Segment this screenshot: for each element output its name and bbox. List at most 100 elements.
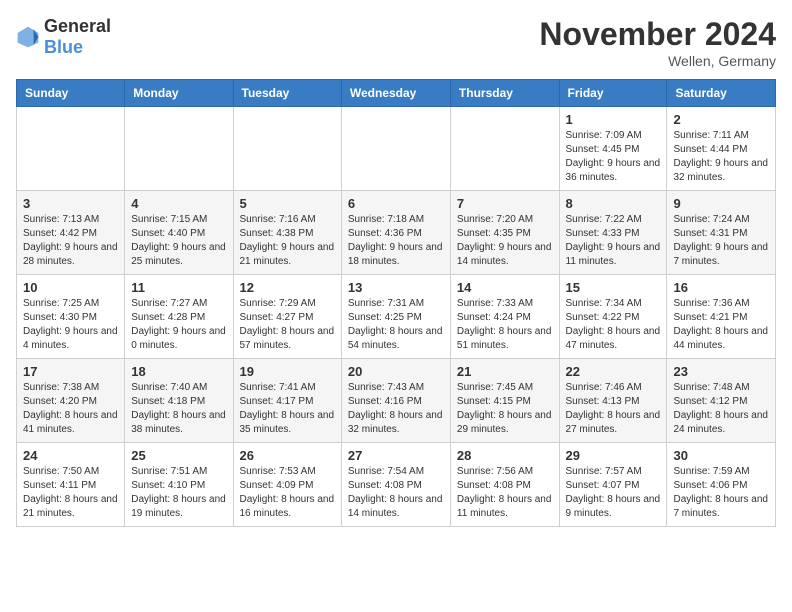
logo-icon: [16, 25, 40, 49]
calendar-cell: 9Sunrise: 7:24 AMSunset: 4:31 PMDaylight…: [667, 191, 776, 275]
calendar-cell: [125, 107, 233, 191]
calendar-header: SundayMondayTuesdayWednesdayThursdayFrid…: [17, 80, 776, 107]
day-info: Sunrise: 7:40 AMSunset: 4:18 PMDaylight:…: [131, 381, 226, 437]
calendar-cell: 10 Sunrise: 7:25 AMSunset: 4:30 PMDayligh…: [17, 275, 125, 359]
day-info: Sunrise: 7:56 AMSunset: 4:08 PMDaylight:…: [457, 465, 553, 521]
calendar-cell: 2 Sunrise: 7:11 AMSunset: 4:44 PMDaylight…: [667, 107, 776, 191]
calendar-cell: 7Sunrise: 7:20 AMSunset: 4:35 PMDaylight…: [450, 191, 559, 275]
logo-blue: Blue: [44, 37, 83, 57]
day-number: 30: [673, 448, 769, 463]
weekday-header: Monday: [125, 80, 233, 107]
day-number: 2: [673, 112, 769, 127]
calendar-cell: 27 Sunrise: 7:54 AMSunset: 4:08 PMDayligh…: [341, 443, 450, 527]
day-number: 26: [240, 448, 335, 463]
weekday-header: Sunday: [17, 80, 125, 107]
calendar-cell: 28 Sunrise: 7:56 AMSunset: 4:08 PMDayligh…: [450, 443, 559, 527]
calendar-week-row: 17Sunrise: 7:38 AMSunset: 4:20 PMDayligh…: [17, 359, 776, 443]
calendar-cell: 30Sunrise: 7:59 AMSunset: 4:06 PMDayligh…: [667, 443, 776, 527]
day-info: Sunrise: 7:27 AMSunset: 4:28 PMDaylight:…: [131, 297, 226, 353]
day-info: Sunrise: 7:33 AMSunset: 4:24 PMDaylight:…: [457, 297, 553, 353]
day-number: 12: [240, 280, 335, 295]
calendar-cell: 3 Sunrise: 7:13 AMSunset: 4:42 PMDaylight…: [17, 191, 125, 275]
day-info: Sunrise: 7:16 AMSunset: 4:38 PMDaylight:…: [240, 213, 335, 269]
month-title: November 2024: [539, 16, 776, 53]
day-number: 18: [131, 364, 226, 379]
logo-general: General: [44, 16, 111, 36]
day-info: Sunrise: 7:50 AMSunset: 4:11 PMDaylight:…: [23, 465, 118, 521]
title-section: November 2024 Wellen, Germany: [539, 16, 776, 69]
day-info: Sunrise: 7:11 AMSunset: 4:44 PMDaylight:…: [673, 129, 769, 185]
day-number: 27: [348, 448, 444, 463]
calendar-cell: 5Sunrise: 7:16 AMSunset: 4:38 PMDaylight…: [233, 191, 341, 275]
calendar-cell: 20 Sunrise: 7:43 AMSunset: 4:16 PMDayligh…: [341, 359, 450, 443]
day-info: Sunrise: 7:43 AMSunset: 4:16 PMDaylight:…: [348, 381, 444, 437]
day-info: Sunrise: 7:34 AMSunset: 4:22 PMDaylight:…: [566, 297, 661, 353]
day-info: Sunrise: 7:53 AMSunset: 4:09 PMDaylight:…: [240, 465, 335, 521]
day-number: 15: [566, 280, 661, 295]
weekday-header: Thursday: [450, 80, 559, 107]
day-info: Sunrise: 7:46 AMSunset: 4:13 PMDaylight:…: [566, 381, 661, 437]
calendar-week-row: 3 Sunrise: 7:13 AMSunset: 4:42 PMDaylight…: [17, 191, 776, 275]
day-number: 3: [23, 196, 118, 211]
day-number: 17: [23, 364, 118, 379]
calendar-cell: [450, 107, 559, 191]
day-number: 23: [673, 364, 769, 379]
day-number: 10: [23, 280, 118, 295]
day-info: Sunrise: 7:20 AMSunset: 4:35 PMDaylight:…: [457, 213, 553, 269]
day-number: 9: [673, 196, 769, 211]
weekday-header: Tuesday: [233, 80, 341, 107]
calendar-cell: 18 Sunrise: 7:40 AMSunset: 4:18 PMDayligh…: [125, 359, 233, 443]
weekday-header: Saturday: [667, 80, 776, 107]
calendar-week-row: 10 Sunrise: 7:25 AMSunset: 4:30 PMDayligh…: [17, 275, 776, 359]
calendar-cell: 25 Sunrise: 7:51 AMSunset: 4:10 PMDayligh…: [125, 443, 233, 527]
calendar-cell: 21 Sunrise: 7:45 AMSunset: 4:15 PMDayligh…: [450, 359, 559, 443]
day-info: Sunrise: 7:54 AMSunset: 4:08 PMDaylight:…: [348, 465, 444, 521]
day-info: Sunrise: 7:31 AMSunset: 4:25 PMDaylight:…: [348, 297, 444, 353]
logo-text: General Blue: [44, 16, 111, 58]
calendar-cell: 1Sunrise: 7:09 AMSunset: 4:45 PMDaylight…: [559, 107, 667, 191]
day-info: Sunrise: 7:48 AMSunset: 4:12 PMDaylight:…: [673, 381, 769, 437]
calendar-cell: [341, 107, 450, 191]
day-number: 6: [348, 196, 444, 211]
location: Wellen, Germany: [539, 53, 776, 69]
day-number: 19: [240, 364, 335, 379]
day-info: Sunrise: 7:18 AMSunset: 4:36 PMDaylight:…: [348, 213, 444, 269]
day-number: 28: [457, 448, 553, 463]
day-info: Sunrise: 7:13 AMSunset: 4:42 PMDaylight:…: [23, 213, 118, 269]
weekday-header: Wednesday: [341, 80, 450, 107]
day-info: Sunrise: 7:29 AMSunset: 4:27 PMDaylight:…: [240, 297, 335, 353]
calendar-cell: 19 Sunrise: 7:41 AMSunset: 4:17 PMDayligh…: [233, 359, 341, 443]
calendar-cell: [17, 107, 125, 191]
day-number: 20: [348, 364, 444, 379]
day-info: Sunrise: 7:36 AMSunset: 4:21 PMDaylight:…: [673, 297, 769, 353]
calendar-cell: 14 Sunrise: 7:33 AMSunset: 4:24 PMDayligh…: [450, 275, 559, 359]
calendar-cell: 15 Sunrise: 7:34 AMSunset: 4:22 PMDayligh…: [559, 275, 667, 359]
day-number: 14: [457, 280, 553, 295]
day-info: Sunrise: 7:45 AMSunset: 4:15 PMDaylight:…: [457, 381, 553, 437]
day-info: Sunrise: 7:22 AMSunset: 4:33 PMDaylight:…: [566, 213, 661, 269]
calendar-week-row: 24 Sunrise: 7:50 AMSunset: 4:11 PMDayligh…: [17, 443, 776, 527]
calendar-cell: 4Sunrise: 7:15 AMSunset: 4:40 PMDaylight…: [125, 191, 233, 275]
day-info: Sunrise: 7:57 AMSunset: 4:07 PMDaylight:…: [566, 465, 661, 521]
calendar-body: 1Sunrise: 7:09 AMSunset: 4:45 PMDaylight…: [17, 107, 776, 527]
day-info: Sunrise: 7:41 AMSunset: 4:17 PMDaylight:…: [240, 381, 335, 437]
calendar-cell: [233, 107, 341, 191]
day-info: Sunrise: 7:51 AMSunset: 4:10 PMDaylight:…: [131, 465, 226, 521]
day-info: Sunrise: 7:25 AMSunset: 4:30 PMDaylight:…: [23, 297, 118, 353]
day-number: 21: [457, 364, 553, 379]
day-number: 16: [673, 280, 769, 295]
calendar-cell: 22Sunrise: 7:46 AMSunset: 4:13 PMDayligh…: [559, 359, 667, 443]
calendar-cell: 8 Sunrise: 7:22 AMSunset: 4:33 PMDaylight…: [559, 191, 667, 275]
day-number: 8: [566, 196, 661, 211]
calendar-week-row: 1Sunrise: 7:09 AMSunset: 4:45 PMDaylight…: [17, 107, 776, 191]
calendar-cell: 24 Sunrise: 7:50 AMSunset: 4:11 PMDayligh…: [17, 443, 125, 527]
day-number: 13: [348, 280, 444, 295]
day-number: 25: [131, 448, 226, 463]
calendar-cell: 16 Sunrise: 7:36 AMSunset: 4:21 PMDayligh…: [667, 275, 776, 359]
calendar-cell: 26 Sunrise: 7:53 AMSunset: 4:09 PMDayligh…: [233, 443, 341, 527]
day-info: Sunrise: 7:15 AMSunset: 4:40 PMDaylight:…: [131, 213, 226, 269]
calendar-cell: 6 Sunrise: 7:18 AMSunset: 4:36 PMDaylight…: [341, 191, 450, 275]
day-number: 11: [131, 280, 226, 295]
day-info: Sunrise: 7:09 AMSunset: 4:45 PMDaylight:…: [566, 129, 661, 185]
day-number: 24: [23, 448, 118, 463]
